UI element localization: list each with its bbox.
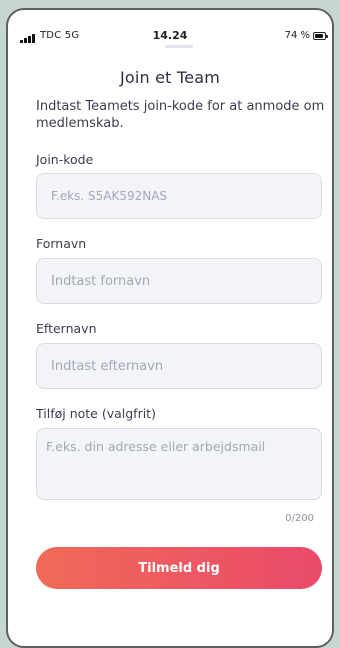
time-underline — [165, 45, 193, 48]
page-title: Join et Team — [119, 68, 221, 87]
battery-percentage: 74 % — [284, 30, 310, 41]
first-name-label: Fornavn — [36, 236, 87, 251]
last-name-input[interactable] — [36, 343, 322, 389]
status-time: 14.24 — [152, 29, 188, 42]
note-label: Tilføj note (valgfrit) — [36, 406, 156, 421]
page-description: Indtast Teamets join-kode for at anmode … — [36, 99, 325, 131]
submit-button[interactable]: Tilmeld dig — [36, 547, 322, 589]
last-name-label: Efternavn — [36, 321, 97, 336]
join-code-input[interactable] — [36, 173, 322, 219]
note-textarea[interactable] — [36, 428, 322, 500]
note-char-count: 0/200 — [285, 513, 314, 524]
join-code-label: Join-kode — [36, 152, 94, 167]
status-bar: TDC 5G 14.24 74 % — [8, 10, 332, 50]
phone-screen: TDC 5G 14.24 74 % Join et Team Indtast T… — [6, 8, 334, 648]
battery-icon — [313, 32, 328, 40]
first-name-input[interactable] — [36, 258, 322, 304]
